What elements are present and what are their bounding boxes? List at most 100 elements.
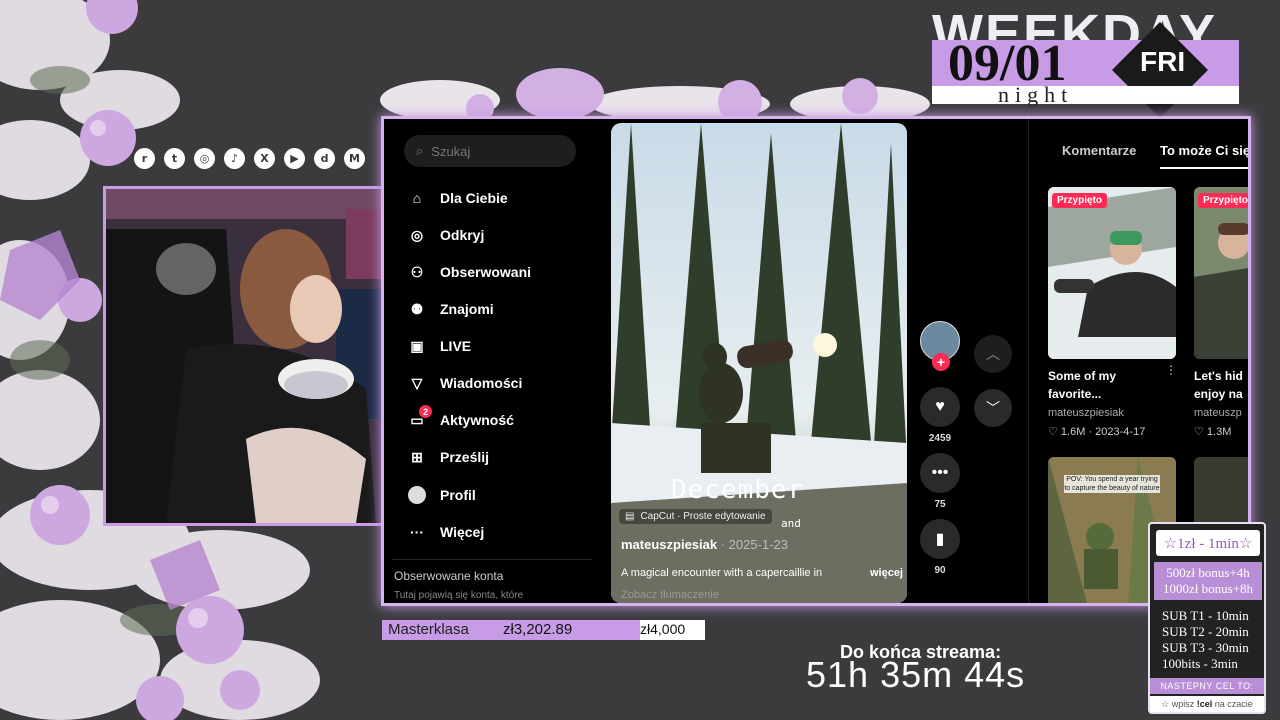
next-video-button[interactable]: ﹀: [974, 389, 1012, 427]
search-input[interactable]: ⌕ Szukaj: [404, 135, 576, 167]
following-icon: ⚇: [410, 263, 424, 280]
more-icon: ···: [410, 524, 424, 540]
sidebar-item-znajomi[interactable]: ⚉ Znajomi: [408, 294, 494, 324]
sidebar-item-dla-ciebie[interactable]: ⌂ Dla Ciebie: [408, 183, 508, 213]
sidebar-item-live[interactable]: ▣ LIVE: [408, 331, 471, 361]
sub-tier-line: SUB T1 - 10min: [1162, 608, 1249, 623]
subathon-panel: ☆1zł - 1min☆ 500zł bonus+4h 1000zł bonus…: [1148, 522, 1266, 714]
video-description-text: A magical encounter with a capercaillie …: [621, 567, 823, 579]
translate-link[interactable]: Zobacz tłumaczenie: [621, 589, 719, 601]
sidebar-item-odkryj[interactable]: ◎ Odkryj: [408, 220, 484, 250]
related-video-author-1[interactable]: mateuszpiesiak: [1048, 407, 1124, 419]
sidebar-item-aktywnosc[interactable]: ▭ 2 Aktywność: [408, 405, 514, 435]
subathon-bonus: 500zł bonus+4h 1000zł bonus+8h: [1154, 562, 1262, 600]
x-icon: X: [254, 148, 275, 169]
cmd-suffix: na czacie: [1212, 699, 1253, 709]
sub-tier-line: SUB T2 - 20min: [1162, 624, 1249, 639]
sidebar-item-label: Profil: [440, 487, 476, 503]
previous-video-button[interactable]: ︿: [974, 335, 1012, 373]
countdown-time: 51h 35m 44s: [806, 654, 1026, 695]
sidebar-item-label: Znajomi: [440, 301, 494, 317]
more-options-icon[interactable]: ⋮: [1165, 363, 1177, 377]
caption-line: Some of my: [1048, 369, 1117, 383]
sidebar-item-obserwowani[interactable]: ⚇ Obserwowani: [408, 257, 531, 287]
twitch-icon: t: [164, 148, 185, 169]
more-link[interactable]: więcej: [870, 567, 903, 579]
sidebar-item-wiecej[interactable]: ··· Więcej: [408, 517, 484, 547]
instagram-icon: ◎: [194, 148, 215, 169]
goal-current: zł3,202.89: [503, 621, 573, 638]
live-icon: ▣: [410, 337, 424, 354]
sidebar-item-przeslij[interactable]: ⊞ Prześlij: [408, 442, 489, 472]
active-tab-indicator: [1160, 167, 1248, 169]
day-of-week: FRI: [1140, 46, 1186, 77]
related-video-caption-2[interactable]: Let's hid enjoy na: [1194, 367, 1248, 403]
friends-icon: ⚉: [410, 300, 424, 317]
bonus-line: 500zł bonus+4h: [1166, 565, 1250, 580]
caption-line: Let's hid: [1194, 369, 1243, 383]
capcut-tag[interactable]: ▤ CapCut · Proste edytowanie: [619, 509, 772, 524]
heart-icon: ♥: [935, 398, 945, 415]
bonus-line: 1000zł bonus+8h: [1162, 581, 1254, 596]
goal-command-hint: ☆ wpisz !cel na czacie: [1150, 696, 1264, 712]
heart-outline-icon: ♡: [1194, 426, 1207, 438]
sidebar-item-label: Dla Ciebie: [440, 190, 508, 206]
capcut-label: CapCut · Proste edytowanie: [640, 511, 766, 522]
like-count: 2459: [928, 433, 952, 444]
compass-icon: ◎: [410, 226, 424, 243]
heart-outline-icon: ♡: [1048, 426, 1061, 438]
video-date: · 2025-1-23: [717, 537, 788, 552]
save-button[interactable]: ▮: [920, 519, 960, 559]
activity-icon: ▭ 2: [408, 405, 432, 429]
related-video-thumb-2[interactable]: Przypięto: [1194, 187, 1248, 359]
sub-tier-line: SUB T3 - 30min: [1162, 640, 1249, 655]
time-of-day: night: [998, 82, 1074, 107]
thumbnail-image: [1048, 187, 1176, 359]
subathon-rate: ☆1zł - 1min☆: [1156, 530, 1260, 556]
gmail-icon: M: [344, 148, 365, 169]
garland-decoration: [380, 68, 930, 120]
comment-button[interactable]: •••: [920, 453, 960, 493]
webcam-feed: [103, 186, 409, 526]
sidebar-item-profil[interactable]: Profil: [408, 480, 476, 510]
video-player[interactable]: ▤ CapCut · Proste edytowanie December and…: [611, 123, 907, 603]
bookmark-icon: ▮: [935, 531, 945, 548]
video-author-name: mateuszpiesiak: [621, 537, 718, 552]
sidebar-item-label: Prześlij: [440, 449, 490, 465]
capcut-icon: ▤: [625, 511, 635, 522]
sidebar-item-wiadomosci[interactable]: ▽ Wiadomości: [408, 368, 523, 398]
like-button[interactable]: ♥: [920, 387, 960, 427]
sidebar-item-label: Wiadomości: [440, 375, 523, 391]
like-count: 1.6M: [1060, 426, 1086, 438]
video-overlay-title: December: [671, 475, 805, 505]
tab-related[interactable]: To może Ci się: [1160, 143, 1248, 158]
followed-accounts-title: Obserwowane konta: [394, 569, 504, 583]
messages-icon: ▽: [411, 374, 423, 391]
video-overlay-and: and: [781, 517, 801, 530]
sidebar-item-label: Więcej: [440, 524, 485, 540]
sidebar-item-label: Obserwowani: [440, 264, 532, 280]
follow-plus-icon[interactable]: +: [932, 353, 950, 371]
pinned-badge: Przypięto: [1198, 193, 1248, 208]
sidebar-item-label: Aktywność: [440, 412, 514, 428]
thumbnail-caption: POV: You spend a year trying to capture …: [1064, 475, 1160, 493]
related-video-author-2[interactable]: mateuszp: [1194, 407, 1248, 419]
video-description: A magical encounter with a capercaillie …: [621, 567, 903, 579]
sub-tier-line: 100bits - 3min: [1162, 656, 1238, 671]
video-author[interactable]: mateuszpiesiak · 2025-1-23: [621, 537, 788, 552]
caption-line: favorite...: [1048, 387, 1102, 401]
pinned-badge: Przypięto: [1052, 193, 1108, 208]
goal-name: Masterklasa: [388, 621, 469, 638]
tab-comments[interactable]: Komentarze: [1062, 143, 1136, 158]
comment-count: 75: [934, 499, 946, 510]
cmd-prefix: ☆ wpisz: [1161, 699, 1197, 709]
followed-accounts-subtitle: Tutaj pojawią się konta, które: [394, 590, 524, 601]
related-video-thumb-1[interactable]: Przypięto: [1048, 187, 1176, 359]
discord-icon: d: [314, 148, 335, 169]
upload-icon: ⊞: [411, 448, 423, 465]
home-icon: ⌂: [412, 190, 422, 206]
related-video-caption-1[interactable]: Some of my favorite...: [1048, 367, 1168, 403]
notification-badge: 2: [419, 405, 432, 418]
tiktok-icon: ♪: [224, 148, 245, 169]
chevron-up-icon: ︿: [986, 346, 1000, 362]
